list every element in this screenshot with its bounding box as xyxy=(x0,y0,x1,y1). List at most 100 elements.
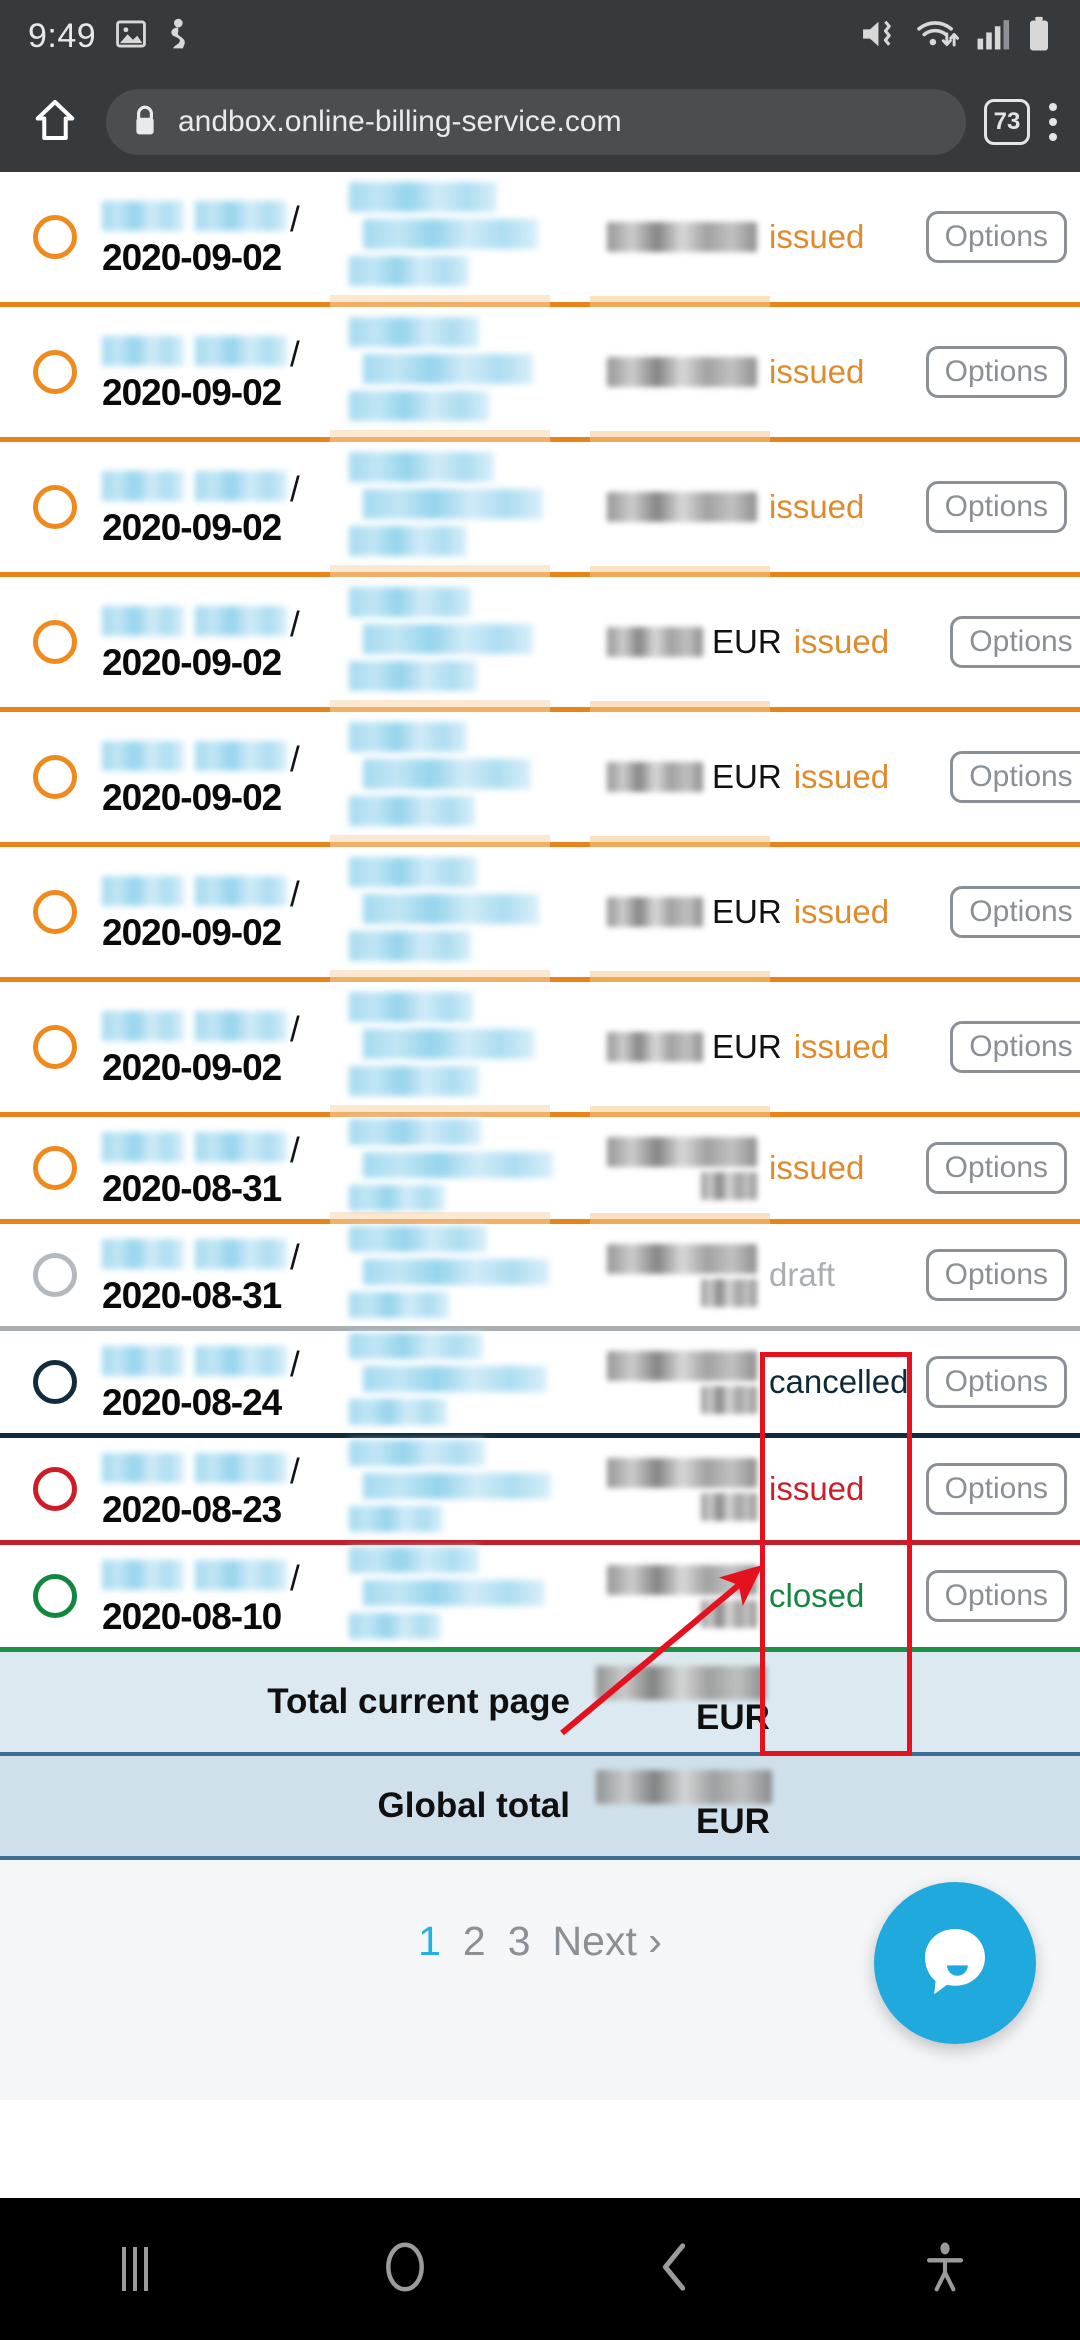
row-status-circle[interactable] xyxy=(18,485,92,529)
options-button[interactable]: Options xyxy=(950,751,1080,803)
row-status-circle[interactable] xyxy=(18,620,92,664)
redacted-description-line xyxy=(349,181,497,212)
total-current-page-value: EUR xyxy=(592,1666,1080,1738)
redacted-amount xyxy=(607,1350,757,1381)
row-date: 2020-09-02 xyxy=(102,1047,282,1088)
redacted-description-line xyxy=(349,451,494,482)
reference-separator: / xyxy=(290,1558,300,1598)
row-date: 2020-09-02 xyxy=(102,372,282,413)
reference-separator: / xyxy=(290,739,300,779)
table-row[interactable]: /2020-09-02 EUR issued Options xyxy=(0,982,1080,1112)
accessibility-button[interactable] xyxy=(810,2241,1080,2298)
redacted-amount-currency xyxy=(701,1385,757,1414)
row-description-cell xyxy=(337,991,607,1103)
table-row[interactable]: /2020-09-02 EUR issued Options xyxy=(0,712,1080,842)
row-state-cell: cancelled xyxy=(763,1363,915,1401)
totals-section: Total current page EUR Global total EUR xyxy=(0,1647,1080,1860)
row-status-circle[interactable] xyxy=(18,350,92,394)
table-row[interactable]: /2020-09-02 issued Options xyxy=(0,307,1080,437)
row-description-cell xyxy=(337,1332,607,1432)
options-button[interactable]: Options xyxy=(925,1142,1067,1194)
tab-count-button[interactable]: 73 xyxy=(984,99,1030,145)
table-row[interactable]: /2020-08-31 draft Options xyxy=(0,1224,1080,1326)
redacted-description-line xyxy=(363,1579,545,1606)
options-button[interactable]: Options xyxy=(925,1463,1067,1515)
row-options-cell: Options xyxy=(940,616,1080,668)
row-date: 2020-09-02 xyxy=(102,237,282,278)
options-button[interactable]: Options xyxy=(950,886,1080,938)
home-icon[interactable] xyxy=(22,97,88,148)
redacted-amount-currency xyxy=(701,1171,757,1200)
redacted-amount xyxy=(607,1136,757,1167)
row-status-circle[interactable] xyxy=(18,890,92,934)
status-circle-icon xyxy=(33,755,77,799)
page-2-link[interactable]: 2 xyxy=(463,1918,486,1965)
row-status-circle[interactable] xyxy=(18,1253,92,1297)
chat-fab-button[interactable] xyxy=(874,1882,1036,2044)
redacted-reference-part-a xyxy=(102,1346,184,1376)
table-row[interactable]: /2020-09-02 issued Options xyxy=(0,442,1080,572)
redacted-amount xyxy=(607,1457,757,1488)
url-bar[interactable]: andbox.online-billing-service.com xyxy=(106,89,966,155)
back-button[interactable] xyxy=(540,2242,810,2297)
options-button[interactable]: Options xyxy=(950,1021,1080,1073)
row-status-circle[interactable] xyxy=(18,1467,92,1511)
row-status-circle[interactable] xyxy=(18,755,92,799)
redacted-description-line xyxy=(349,660,477,691)
row-options-cell: Options xyxy=(940,751,1080,803)
redacted-description-line xyxy=(349,1118,481,1145)
options-button[interactable]: Options xyxy=(925,481,1067,533)
row-amount-cell xyxy=(607,357,763,387)
home-button[interactable] xyxy=(270,2241,540,2298)
table-row[interactable]: /2020-09-02 EUR issued Options xyxy=(0,847,1080,977)
options-button[interactable]: Options xyxy=(925,211,1067,263)
row-reference-cell: /2020-08-24 xyxy=(92,1340,337,1424)
redacted-description-line xyxy=(349,1546,479,1573)
row-amount-cell: EUR xyxy=(607,623,788,661)
table-row[interactable]: /2020-09-02 issued Options xyxy=(0,172,1080,302)
redacted-reference-part-b xyxy=(195,1132,287,1162)
table-row[interactable]: /2020-08-31 issued Options xyxy=(0,1117,1080,1219)
row-reference-cell: /2020-09-02 xyxy=(92,870,337,954)
row-reference-cell: /2020-08-31 xyxy=(92,1126,337,1210)
page-3-link[interactable]: 3 xyxy=(508,1918,531,1965)
recents-button[interactable] xyxy=(0,2247,270,2291)
options-button[interactable]: Options xyxy=(950,616,1080,668)
table-row[interactable]: /2020-09-02 EUR issued Options xyxy=(0,577,1080,707)
row-date: 2020-08-23 xyxy=(102,1489,282,1530)
table-row[interactable]: /2020-08-10 closed Options xyxy=(0,1545,1080,1647)
row-status-circle[interactable] xyxy=(18,1025,92,1069)
row-reference-cell: /2020-09-02 xyxy=(92,195,337,279)
row-description-cell xyxy=(337,856,607,968)
table-row[interactable]: /2020-08-23 issued Options xyxy=(0,1438,1080,1540)
table-row[interactable]: /2020-08-24 cancelled Options xyxy=(0,1331,1080,1433)
reference-separator: / xyxy=(290,1451,300,1491)
row-date: 2020-08-31 xyxy=(102,1168,282,1209)
vibrate-mute-icon xyxy=(860,17,900,56)
row-status-circle[interactable] xyxy=(18,1574,92,1618)
redacted-reference-part-b xyxy=(195,1239,287,1269)
options-button[interactable]: Options xyxy=(925,1570,1067,1622)
row-status-circle[interactable] xyxy=(18,1360,92,1404)
redacted-reference-part-a xyxy=(102,1011,184,1041)
reference-separator: / xyxy=(290,334,300,374)
options-button[interactable]: Options xyxy=(925,1249,1067,1301)
row-options-cell: Options xyxy=(915,1142,1067,1194)
redacted-reference-part-a xyxy=(102,1239,184,1269)
row-amount-cell xyxy=(607,1564,763,1628)
status-badge: issued xyxy=(769,1470,865,1507)
redacted-reference-part-b xyxy=(195,1560,287,1590)
kebab-menu-icon[interactable] xyxy=(1048,103,1058,141)
row-state-cell: issued xyxy=(788,758,940,796)
invoice-list: /2020-09-02 issued Options/2020-09-02 issue… xyxy=(0,172,1080,1647)
global-total-currency: EUR xyxy=(696,1802,770,1841)
status-circle-icon xyxy=(33,890,77,934)
page-1-link[interactable]: 1 xyxy=(418,1918,441,1965)
row-reference-cell: /2020-09-02 xyxy=(92,465,337,549)
row-status-circle[interactable] xyxy=(18,1146,92,1190)
next-page-link[interactable]: Next › xyxy=(553,1918,662,1965)
redacted-description-line xyxy=(363,1028,535,1059)
options-button[interactable]: Options xyxy=(925,1356,1067,1408)
options-button[interactable]: Options xyxy=(925,346,1067,398)
row-status-circle[interactable] xyxy=(18,215,92,259)
